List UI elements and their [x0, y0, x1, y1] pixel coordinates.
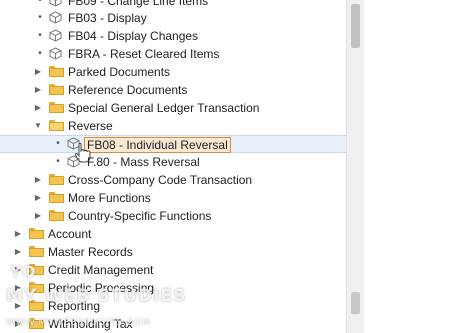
open-folder-icon	[49, 120, 64, 131]
tree-folder-reverse[interactable]: ▼ Reverse	[0, 117, 346, 135]
cube-icon	[49, 0, 62, 7]
tree-item-label: FB04 - Display Changes	[68, 29, 199, 43]
tree-folder-parked-documents[interactable]: ▶ Parked Documents	[0, 63, 346, 81]
tree-folder-special-gl-transaction[interactable]: ▶ Special General Ledger Transaction	[0, 99, 346, 117]
tree-folder-country-specific[interactable]: ▶ Country-Specific Functions	[0, 207, 346, 225]
bullet-icon: •	[38, 48, 42, 59]
cube-icon	[49, 47, 62, 60]
folder-icon	[49, 192, 64, 203]
bullet-icon: •	[38, 12, 42, 23]
tree-item-label: More Functions	[68, 191, 151, 205]
expand-arrow-icon[interactable]: ▶	[13, 225, 23, 243]
folder-icon	[29, 282, 44, 293]
tree-folder-credit-management[interactable]: ▶ Credit Management	[0, 261, 346, 279]
expand-arrow-icon[interactable]: ▶	[13, 279, 23, 297]
tree-item-label: Master Records	[48, 245, 133, 259]
folder-icon	[29, 228, 44, 239]
expand-arrow-icon[interactable]: ▶	[33, 171, 43, 189]
expand-arrow-icon[interactable]: ▶	[33, 189, 43, 207]
tree-item-label: Withholding Tax	[48, 317, 133, 331]
folder-icon	[49, 210, 64, 221]
bullet-icon: •	[56, 156, 60, 167]
right-pane	[364, 0, 450, 333]
folder-icon	[29, 246, 44, 257]
folder-icon	[49, 102, 64, 113]
expand-arrow-icon[interactable]: ▶	[13, 297, 23, 315]
tree-item-label: Account	[48, 227, 92, 241]
tree-item-label: FB08 - Individual Reversal	[84, 137, 231, 153]
tree-folder-withholding-tax[interactable]: ▶ Withholding Tax	[0, 315, 346, 333]
scrollbar-handle[interactable]	[351, 292, 360, 314]
tree-folder-periodic-processing[interactable]: ▶ Periodic Processing	[0, 279, 346, 297]
expand-arrow-icon[interactable]: ▶	[33, 207, 43, 225]
tree-item-label: FBRA - Reset Cleared Items	[68, 47, 220, 61]
vertical-scrollbar[interactable]	[346, 0, 364, 333]
folder-icon	[29, 300, 44, 311]
tree-folder-reference-documents[interactable]: ▶ Reference Documents	[0, 81, 346, 99]
tree-item-label: Credit Management	[48, 263, 154, 277]
folder-icon	[49, 84, 64, 95]
folder-icon	[49, 66, 64, 77]
collapse-arrow-icon[interactable]: ▼	[33, 117, 43, 135]
tree-item-label: Cross-Company Code Transaction	[68, 173, 253, 187]
expand-arrow-icon[interactable]: ▶	[33, 63, 43, 81]
navigation-tree: • FB09 - Change Line Items • FB03 - Disp…	[0, 0, 346, 333]
tree-item-fb08[interactable]: • FB08 - Individual Reversal	[0, 135, 346, 153]
tree-folder-reporting[interactable]: ▶ Reporting	[0, 297, 346, 315]
bullet-icon: •	[38, 30, 42, 41]
folder-icon	[49, 174, 64, 185]
tree-folder-more-functions[interactable]: ▶ More Functions	[0, 189, 346, 207]
tree-folder-account[interactable]: ▶ Account	[0, 225, 346, 243]
expand-arrow-icon[interactable]: ▶	[13, 261, 23, 279]
tree-item-fbra[interactable]: • FBRA - Reset Cleared Items	[0, 45, 346, 63]
expand-arrow-icon[interactable]: ▶	[33, 81, 43, 99]
cube-icon	[49, 11, 62, 24]
tree-item-label: Parked Documents	[68, 65, 171, 79]
tree-item-label: F.80 - Mass Reversal	[87, 155, 200, 169]
tree-item-fb04[interactable]: • FB04 - Display Changes	[0, 27, 346, 45]
cube-icon	[49, 29, 62, 42]
expand-arrow-icon[interactable]: ▶	[33, 99, 43, 117]
tree-folder-cross-company[interactable]: ▶ Cross-Company Code Transaction	[0, 171, 346, 189]
tree-item-label: Reverse	[68, 119, 113, 133]
folder-icon	[29, 264, 44, 275]
tree-item-fb03[interactable]: • FB03 - Display	[0, 9, 346, 27]
tree-item-label: Reporting	[48, 299, 101, 313]
scrollbar-thumb[interactable]	[351, 4, 360, 48]
tree-item-label: Country-Specific Functions	[68, 209, 212, 223]
tree-item-label: Reference Documents	[68, 83, 188, 97]
expand-arrow-icon[interactable]: ▶	[13, 243, 23, 261]
tree-folder-master-records[interactable]: ▶ Master Records	[0, 243, 346, 261]
expand-arrow-icon[interactable]: ▶	[13, 315, 23, 333]
tree-item-label: Periodic Processing	[48, 281, 155, 295]
folder-icon	[29, 318, 44, 329]
cube-icon	[67, 155, 80, 168]
tree-item-f80[interactable]: • F.80 - Mass Reversal	[0, 153, 346, 171]
tree-item-label: FB03 - Display	[68, 11, 147, 25]
tree-item-label: Special General Ledger Transaction	[68, 101, 260, 115]
bullet-icon: •	[56, 138, 60, 149]
